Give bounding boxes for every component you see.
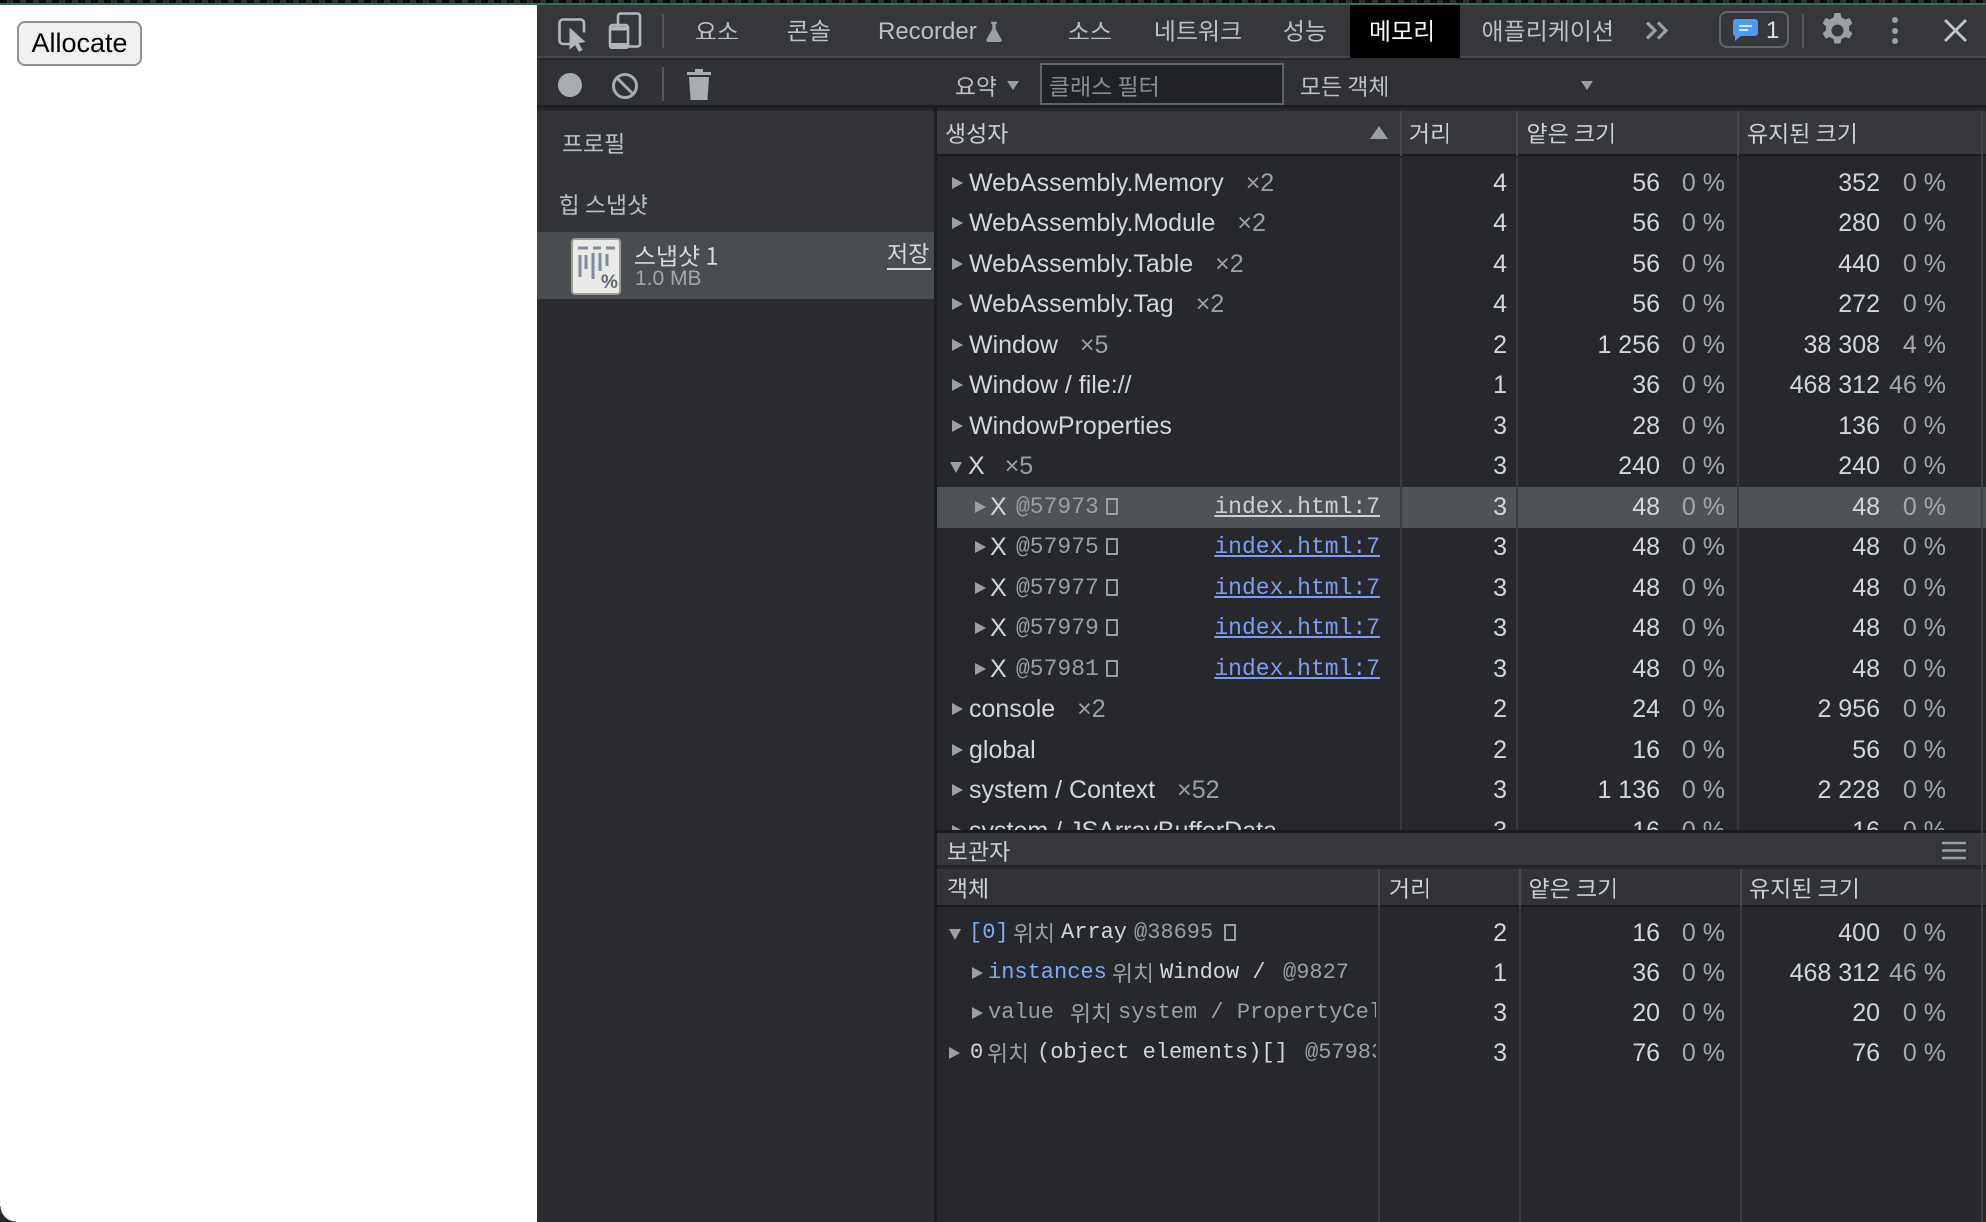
- svg-text:%: %: [601, 272, 618, 293]
